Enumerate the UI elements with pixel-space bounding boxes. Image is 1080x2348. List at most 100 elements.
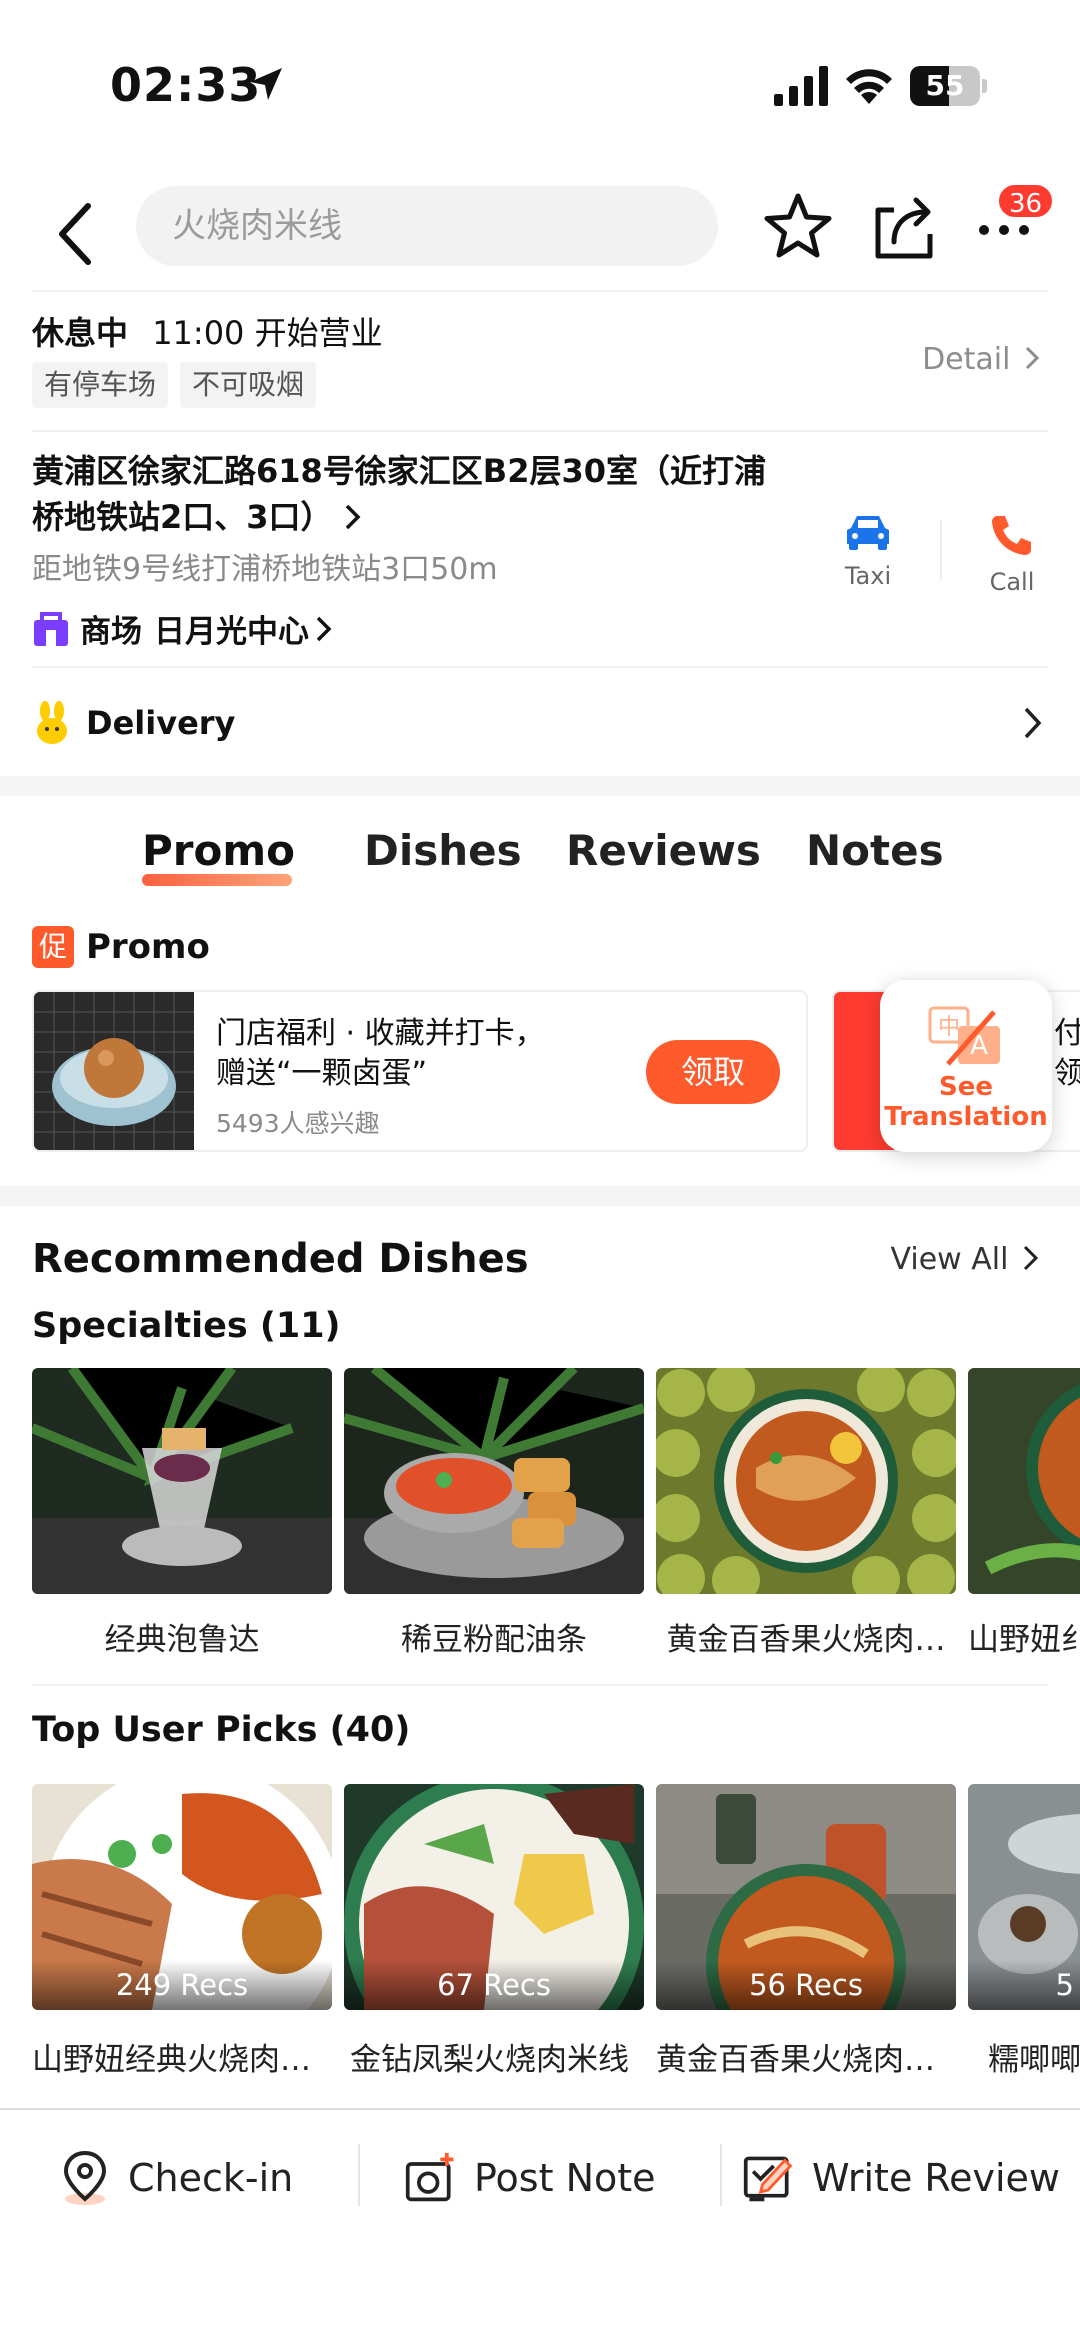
divider (358, 2144, 360, 2206)
pick-card[interactable]: 67 Recs (344, 1784, 644, 2010)
tab-bar: Promo Dishes Reviews Notes (0, 826, 1080, 890)
pick-name: 山野妞经典火烧肉… (32, 2042, 311, 2078)
pick-card[interactable]: 5 (968, 1784, 1080, 2010)
divider (32, 1684, 1048, 1686)
chevron-right-icon (1023, 1245, 1039, 1271)
translate-icon: 中 A (928, 1006, 1000, 1066)
promo-line-2: 赠送“一颗卤蛋” (216, 1056, 428, 1091)
phone-icon (992, 516, 1031, 555)
divider (940, 520, 942, 580)
svg-text:中: 中 (938, 1015, 960, 1040)
cellular-signal-icon (774, 66, 828, 106)
mall-link[interactable]: 商场 日月光中心 (32, 606, 333, 651)
pick-card[interactable]: 249 Recs (32, 1784, 332, 2010)
recs-count: 56 Recs (656, 1960, 956, 2010)
tab-notes[interactable]: Notes (806, 826, 944, 875)
address[interactable]: 黄浦区徐家汇路618号徐家汇区B2层30室（近打浦 桥地铁站2口、3口） (32, 448, 792, 540)
camera-plus-icon (405, 2152, 454, 2202)
edit-review-icon (743, 2156, 793, 2202)
divider (32, 666, 1048, 668)
taxi-button[interactable]: Taxi (838, 512, 898, 590)
tag-parking: 有停车场 (32, 362, 169, 408)
delivery-row[interactable]: Delivery (32, 698, 1048, 748)
dish-image (32, 1368, 332, 1594)
pick-card[interactable]: 56 Recs (656, 1784, 956, 2010)
pick-name: 糯唧唧 (988, 2042, 1080, 2078)
favorite-star-icon[interactable] (762, 190, 834, 262)
dish-name: 经典泡鲁达 (104, 1622, 260, 1658)
translate-label-1: See (939, 1072, 993, 1102)
top-user-picks-title: Top User Picks (40) (32, 1710, 411, 1750)
dish-name: 稀豆粉配油条 (401, 1622, 587, 1658)
mall-name: 日月光中心 (154, 614, 309, 650)
dish-card[interactable] (344, 1368, 644, 1594)
top-picks-row: 249 Recs 67 Recs 56 Recs 5 (32, 1784, 1080, 2014)
notification-badge: 36 (996, 182, 1056, 220)
promo-line-1: 门店福利 · 收藏并打卡， (216, 1016, 545, 1051)
section-gap (0, 1186, 1080, 1206)
dish-card[interactable] (656, 1368, 956, 1594)
tag-no-smoking: 不可吸烟 (180, 362, 317, 408)
promo-title: Promo (86, 927, 210, 967)
tab-dishes[interactable]: Dishes (364, 826, 522, 875)
call-label: Call (989, 568, 1035, 596)
location-arrow-icon (250, 68, 282, 100)
opening-status: 休息中 11:00 开始营业 (32, 308, 383, 354)
recs-count: 67 Recs (344, 1960, 644, 2010)
view-all-link[interactable]: View All (891, 1242, 1040, 1277)
tab-promo[interactable]: Promo (142, 826, 295, 875)
promo-interest-count: 5493人感兴趣 (216, 1109, 380, 1138)
detail-label: Detail (922, 342, 1011, 377)
post-note-label: Post Note (474, 2156, 656, 2200)
write-review-button[interactable]: Write Review (742, 2148, 1060, 2208)
delivery-rabbit-icon (37, 701, 67, 744)
back-arrow-icon[interactable] (50, 194, 100, 274)
chevron-right-icon (1024, 707, 1042, 739)
dish-image (656, 1368, 956, 1594)
taxi-label: Taxi (844, 562, 892, 590)
recs-count: 249 Recs (32, 1960, 332, 2010)
see-translation-button[interactable]: 中 A See Translation (880, 980, 1052, 1152)
chevron-right-icon (316, 616, 332, 641)
checkin-button[interactable]: Check-in (58, 2148, 293, 2208)
battery-indicator: 55 (910, 66, 987, 106)
specialties-title: Specialties (11) (32, 1306, 341, 1346)
call-button[interactable]: Call (982, 512, 1042, 596)
promo-badge-icon: 促 (32, 926, 74, 968)
dish-card[interactable] (32, 1368, 332, 1594)
promo-card[interactable]: 门店福利 · 收藏并打卡， 赠送“一颗卤蛋” 5493人感兴趣 领取 (32, 990, 808, 1152)
taxi-car-icon (847, 516, 889, 550)
specialties-row (32, 1368, 1080, 1598)
tab-reviews[interactable]: Reviews (566, 826, 761, 875)
post-note-button[interactable]: Post Note (404, 2148, 656, 2208)
claim-button[interactable]: 领取 (646, 1040, 780, 1104)
status-bar: 02:33 55 (0, 0, 1080, 170)
pick-name: 黄金百香果火烧肉… (656, 2042, 935, 2078)
dish-card[interactable] (968, 1368, 1080, 1594)
header: 火烧肉米线 36 (0, 180, 1080, 290)
mall-type: 商场 (80, 614, 142, 650)
mall-icon (34, 611, 68, 646)
delivery-label: Delivery (86, 704, 236, 742)
divider (32, 290, 1048, 292)
promo-egg-image (34, 992, 194, 1150)
address-line-1: 黄浦区徐家汇路618号徐家汇区B2层30室（近打浦 (32, 452, 766, 490)
view-all-label: View All (890, 1242, 1009, 1277)
write-review-label: Write Review (812, 2156, 1060, 2200)
dish-image (344, 1368, 644, 1594)
active-tab-indicator (142, 874, 292, 886)
battery-percent: 55 (925, 69, 965, 102)
detail-link[interactable]: Detail (922, 342, 1040, 377)
chevron-right-icon (1025, 346, 1040, 370)
divider (32, 430, 1048, 432)
search-input[interactable]: 火烧肉米线 (136, 186, 718, 266)
dish-name: 山野妞纟 (968, 1622, 1080, 1658)
metro-distance: 距地铁9号线打浦桥地铁站3口50m (32, 552, 498, 587)
chevron-right-icon (345, 504, 361, 530)
clock: 02:33 (110, 58, 262, 112)
dish-name: 黄金百香果火烧肉… (666, 1622, 946, 1658)
share-icon[interactable] (872, 190, 936, 262)
dish-image (968, 1368, 1080, 1594)
translate-label-2: Translation (884, 1102, 1048, 1132)
checkin-label: Check-in (128, 2156, 294, 2200)
